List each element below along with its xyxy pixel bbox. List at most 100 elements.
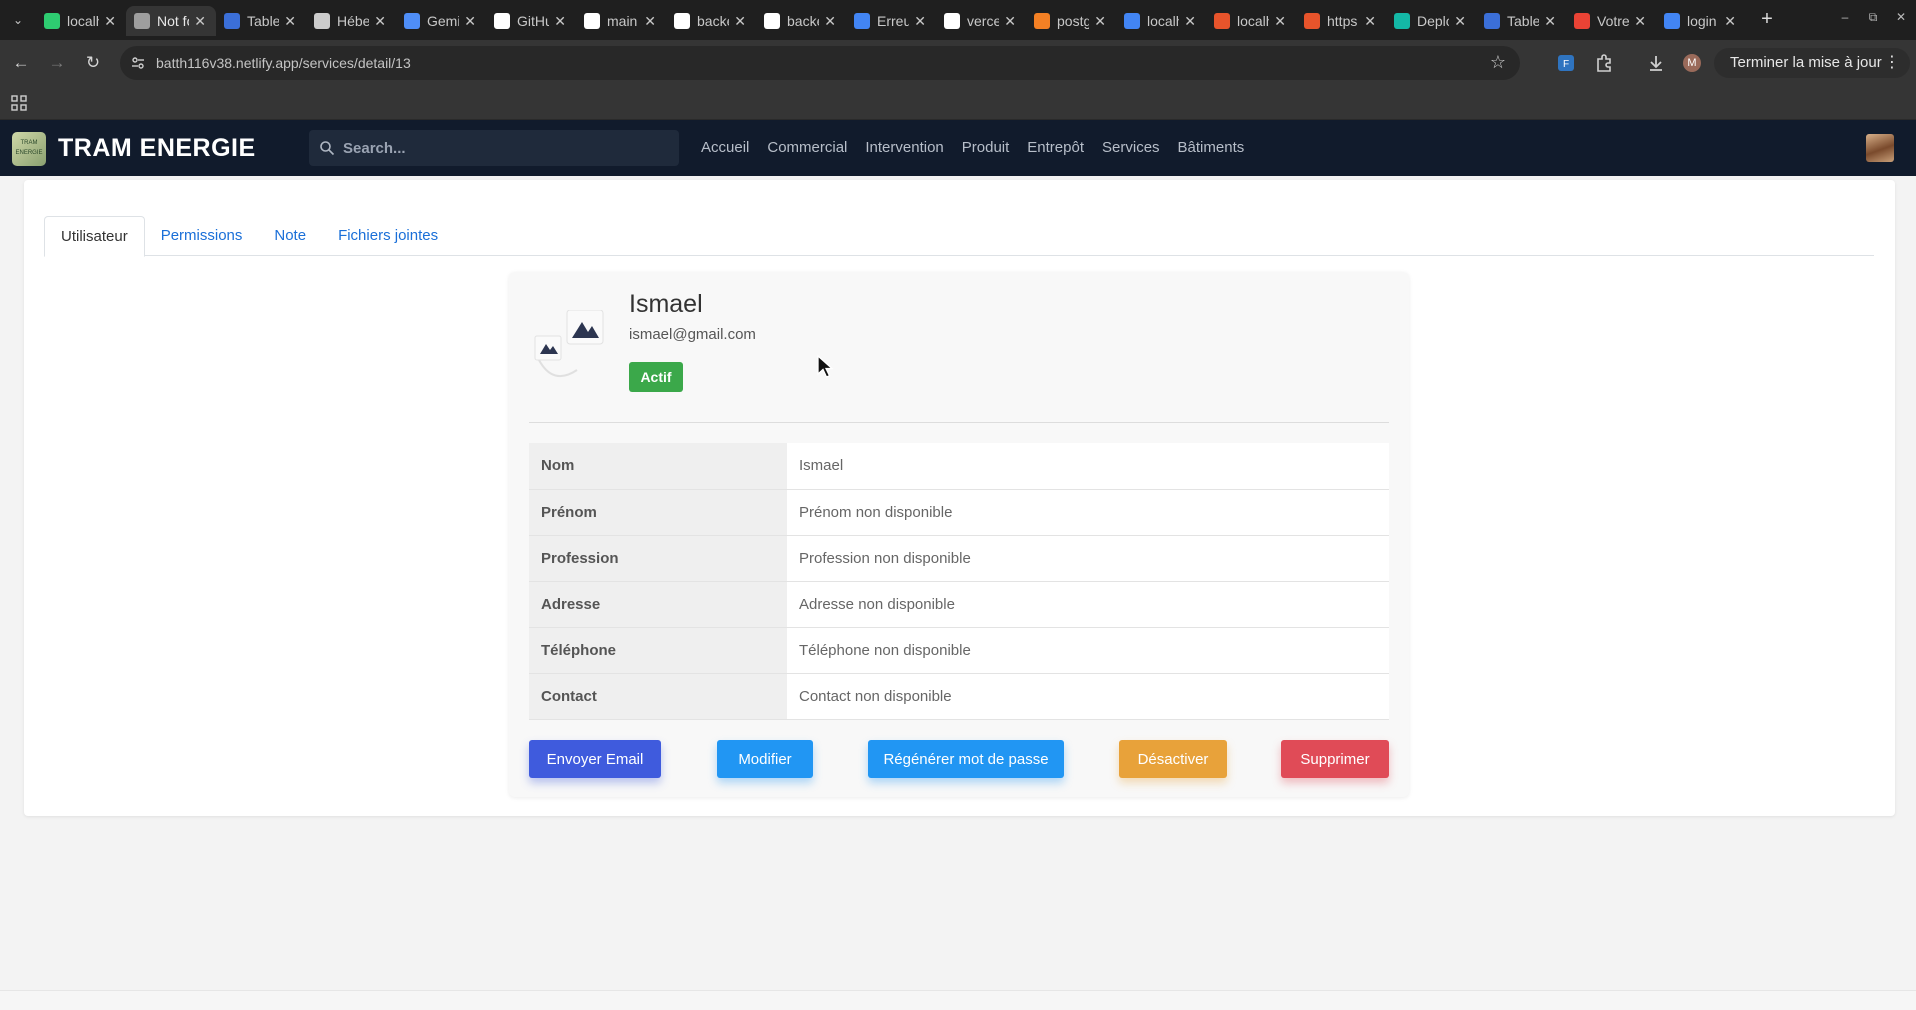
app-navbar: TRAM ENERGIE TRAM ENERGIE Accueil Commer… — [0, 120, 1916, 176]
browser-tab[interactable]: main ✕ — [576, 6, 666, 36]
browser-tab[interactable]: Not found ✕ — [126, 6, 216, 36]
company-logo[interactable]: TRAM ENERGIE — [12, 132, 46, 166]
browser-tab[interactable]: localhost ✕ — [36, 6, 126, 36]
translate-extension-icon[interactable]: F — [1556, 53, 1576, 73]
gmail-icon — [1574, 13, 1590, 29]
menu-item-commercial[interactable]: Commercial — [767, 139, 847, 156]
close-tab-icon[interactable]: ✕ — [1184, 13, 1196, 30]
site-settings-icon[interactable] — [130, 55, 146, 71]
address-bar[interactable]: batth116v38.netlify.app/services/detail/… — [120, 46, 1520, 80]
menu-item-produit[interactable]: Produit — [962, 139, 1010, 156]
menu-item-entrepot[interactable]: Entrepôt — [1027, 139, 1084, 156]
send-email-button[interactable]: Envoyer Email — [529, 740, 661, 778]
close-tab-icon[interactable]: ✕ — [104, 13, 116, 30]
browser-tab[interactable]: localhost ✕ — [1206, 6, 1296, 36]
row-value-nom: Ismael — [787, 443, 1389, 490]
close-tab-icon[interactable]: ✕ — [1634, 13, 1646, 30]
tab-note[interactable]: Note — [258, 216, 322, 256]
new-tab-plus-icon[interactable]: + — [1756, 8, 1778, 30]
close-tab-icon[interactable]: ✕ — [554, 13, 566, 30]
browser-tab-title: login — [1687, 13, 1717, 29]
close-tab-icon[interactable]: ✕ — [284, 13, 296, 30]
google-icon — [1664, 13, 1680, 29]
close-tab-icon[interactable]: ✕ — [374, 13, 386, 30]
search-input[interactable] — [343, 130, 663, 166]
browser-tab-title: localhost — [1147, 13, 1179, 29]
tab-utilisateur[interactable]: Utilisateur — [44, 216, 145, 257]
browser-tab[interactable]: Deploy ✕ — [1386, 6, 1476, 36]
close-tab-icon[interactable]: ✕ — [824, 13, 836, 30]
browser-tab[interactable]: https ✕ — [1296, 6, 1386, 36]
browser-tab-title: backend — [697, 13, 729, 29]
menu-item-services[interactable]: Services — [1102, 139, 1160, 156]
edit-button[interactable]: Modifier — [717, 740, 813, 778]
close-tab-icon[interactable]: ✕ — [1544, 13, 1556, 30]
tab-permissions[interactable]: Permissions — [145, 216, 259, 256]
forward-arrow-icon[interactable]: → — [46, 52, 68, 74]
close-tab-icon[interactable]: ✕ — [1004, 13, 1016, 30]
close-tab-icon[interactable]: ✕ — [194, 13, 206, 30]
close-tab-icon[interactable]: ✕ — [644, 13, 656, 30]
regenerate-password-button[interactable]: Régénérer mot de passe — [868, 740, 1064, 778]
restore-icon[interactable]: ⧉ — [1864, 10, 1882, 25]
row-label-nom: Nom — [529, 443, 787, 490]
tab-search-chevron-icon[interactable]: ⌄ — [8, 10, 28, 30]
browser-tab[interactable]: backend ✕ — [666, 6, 756, 36]
close-tab-icon[interactable]: ✕ — [734, 13, 746, 30]
minimize-icon[interactable]: – — [1836, 10, 1854, 24]
update-button[interactable]: Terminer la mise à jour ⋮ — [1714, 48, 1910, 78]
browser-tab-title: Tableau — [1507, 13, 1539, 29]
close-tab-icon[interactable]: ✕ — [914, 13, 926, 30]
close-tab-icon[interactable]: ✕ — [1094, 13, 1106, 30]
delete-button[interactable]: Supprimer — [1281, 740, 1389, 778]
browser-tab[interactable]: vercel ✕ — [936, 6, 1026, 36]
browser-tab[interactable]: postgres ✕ — [1026, 6, 1116, 36]
browser-tab[interactable]: GitHub ✕ — [486, 6, 576, 36]
browser-tab[interactable]: Hébergement ✕ — [306, 6, 396, 36]
close-tab-icon[interactable]: ✕ — [1364, 13, 1376, 30]
back-arrow-icon[interactable]: ← — [10, 52, 32, 74]
menu-item-intervention[interactable]: Intervention — [865, 139, 943, 156]
browser-tab[interactable]: localhost ✕ — [1116, 6, 1206, 36]
url-text: batth116v38.netlify.app/services/detail/… — [156, 55, 411, 71]
browser-tab[interactable]: Votre ✕ — [1566, 6, 1656, 36]
browser-tab[interactable]: backend ✕ — [756, 6, 846, 36]
github-icon — [494, 13, 510, 29]
browser-tab[interactable]: login ✕ — [1656, 6, 1746, 36]
triangle-green-icon — [44, 13, 60, 29]
github-icon — [944, 13, 960, 29]
close-tab-icon[interactable]: ✕ — [1454, 13, 1466, 30]
close-tab-icon[interactable]: ✕ — [464, 13, 476, 30]
reload-icon[interactable]: ↻ — [82, 52, 104, 74]
row-label-adresse: Adresse — [529, 581, 787, 628]
browser-tab[interactable]: Erreur ✕ — [846, 6, 936, 36]
browser-tab[interactable]: Tableau ✕ — [1476, 6, 1566, 36]
close-tab-icon[interactable]: ✕ — [1274, 13, 1286, 30]
browser-profile-avatar[interactable]: M — [1683, 54, 1701, 72]
brand-title[interactable]: TRAM ENERGIE — [58, 134, 256, 163]
browser-tab-title: Erreur — [877, 13, 909, 29]
browser-tab[interactable]: Tableau ✕ — [216, 6, 306, 36]
browser-tab[interactable]: Gemini ✕ — [396, 6, 486, 36]
bookmarks-bar — [0, 86, 1916, 120]
row-value-profession: Profession non disponible — [787, 535, 1389, 582]
search-icon — [320, 141, 335, 156]
browser-tab-title: Votre — [1597, 13, 1629, 29]
download-icon[interactable] — [1646, 53, 1666, 73]
extensions-puzzle-icon[interactable] — [1594, 53, 1614, 73]
close-tab-icon[interactable]: ✕ — [1724, 13, 1736, 30]
row-label-telephone: Téléphone — [529, 627, 787, 674]
search-box — [309, 130, 679, 166]
tab-fichiers-jointes[interactable]: Fichiers jointes — [322, 216, 454, 256]
menu-item-accueil[interactable]: Accueil — [701, 139, 749, 156]
close-window-icon[interactable]: ✕ — [1892, 10, 1910, 24]
apps-grid-icon[interactable] — [11, 95, 27, 111]
table-row: Téléphone Téléphone non disponible — [529, 627, 1389, 674]
browser-tab-title: Tableau — [247, 13, 279, 29]
deactivate-button[interactable]: Désactiver — [1119, 740, 1227, 778]
bookmark-star-icon[interactable]: ☆ — [1490, 52, 1506, 73]
user-avatar[interactable] — [1866, 134, 1894, 162]
more-menu-icon[interactable]: ⋮ — [1884, 48, 1900, 78]
menu-item-batiments[interactable]: Bâtiments — [1178, 139, 1245, 156]
browser-tab-title: Not found — [157, 13, 189, 29]
